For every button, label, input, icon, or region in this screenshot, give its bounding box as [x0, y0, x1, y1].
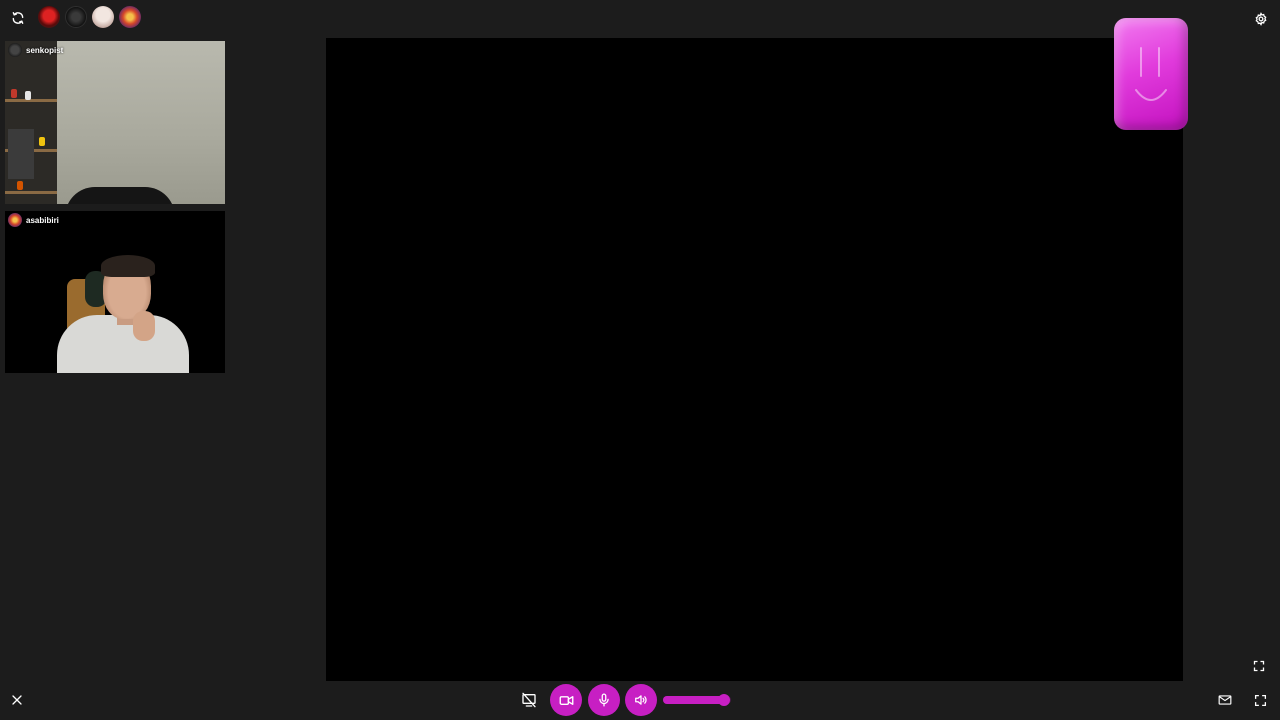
- speaker-toggle-button[interactable]: [625, 684, 657, 716]
- fullscreen-button[interactable]: [1251, 691, 1269, 709]
- messages-button[interactable]: [1216, 691, 1234, 709]
- participant-tile[interactable]: asabibiri: [5, 211, 225, 373]
- participant-name: senkopist: [26, 45, 64, 55]
- participant-video: [5, 41, 225, 204]
- volume-slider[interactable]: [663, 694, 731, 706]
- avatar[interactable]: [65, 6, 87, 28]
- volume-fill: [663, 696, 725, 704]
- avatar[interactable]: [38, 6, 60, 28]
- main-video-stage[interactable]: [326, 38, 1183, 681]
- speaker-icon: [635, 695, 647, 705]
- video-call-app: senkopist asabibiri: [0, 0, 1280, 720]
- volume-thumb[interactable]: [718, 694, 731, 706]
- microphone-toggle-button[interactable]: [588, 684, 620, 716]
- avatar: [8, 43, 22, 57]
- video-camera-icon: [559, 695, 573, 705]
- expand-icon: [1253, 660, 1265, 672]
- avatar[interactable]: [119, 6, 141, 28]
- screen-share-off-icon: [522, 692, 536, 708]
- participant-video: [5, 211, 225, 373]
- mail-icon: [1218, 695, 1232, 705]
- refresh-icon: [12, 12, 24, 24]
- avatar[interactable]: [92, 6, 114, 28]
- smiley-logo-icon: [1135, 47, 1167, 101]
- participant-avatars: [38, 6, 141, 28]
- screen-share-button[interactable]: [513, 684, 545, 716]
- avatar: [8, 213, 22, 227]
- brand-logo: [1114, 18, 1188, 130]
- participant-name: asabibiri: [26, 215, 59, 225]
- top-bar: [0, 0, 1280, 36]
- participant-label: senkopist: [5, 41, 63, 59]
- expand-icon: [1254, 694, 1266, 706]
- refresh-button[interactable]: [9, 9, 27, 27]
- gear-icon: [1255, 12, 1267, 26]
- microphone-icon: [599, 693, 609, 707]
- participant-label: asabibiri: [5, 211, 59, 229]
- participant-tile[interactable]: senkopist: [5, 41, 225, 204]
- settings-button[interactable]: [1252, 10, 1270, 28]
- stage-fullscreen-button[interactable]: [1250, 657, 1268, 675]
- close-button[interactable]: [9, 692, 25, 708]
- close-icon: [12, 695, 22, 705]
- camera-toggle-button[interactable]: [550, 684, 582, 716]
